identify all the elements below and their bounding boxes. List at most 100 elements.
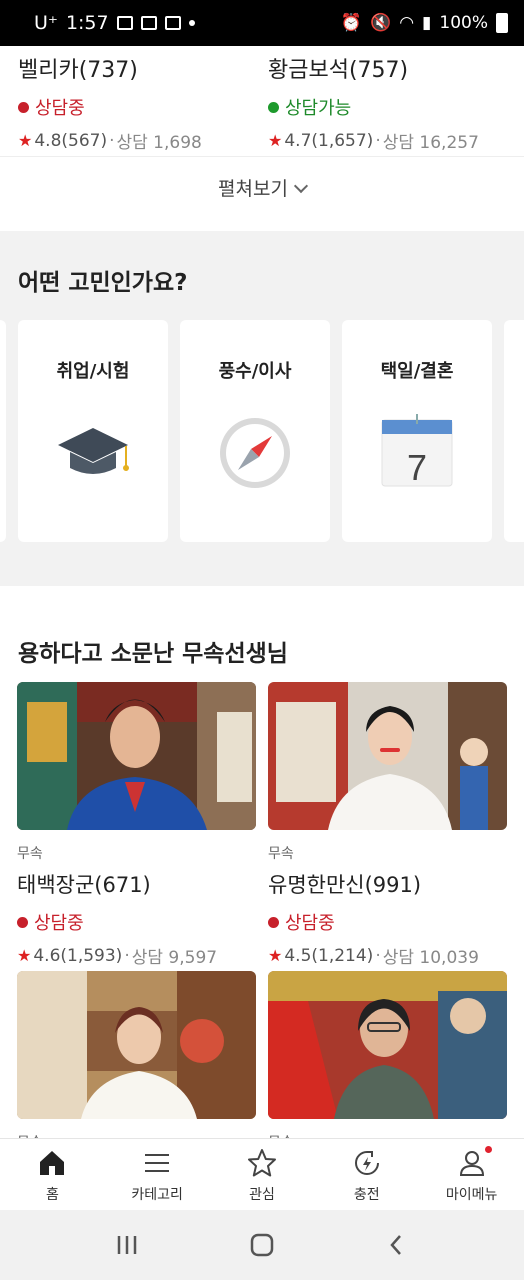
shaman-card-3[interactable]: 무속: [17, 971, 256, 1138]
rating-row: ★ 4.6(1,593) · 상담 9,597: [17, 943, 256, 969]
status-label: 상담중: [35, 98, 85, 119]
nav-favorites[interactable]: 관심: [210, 1139, 315, 1210]
shaman-photo[interactable]: [17, 971, 256, 1119]
worry-category-section: 어떤 고민인가요? 취업/시험 풍수/이사 택일/결혼 7: [0, 231, 524, 586]
battery-icon: [496, 13, 508, 33]
shaman-photo[interactable]: [268, 971, 507, 1119]
section-title: 용하다고 소문난 무속선생님: [18, 641, 288, 667]
shaman-card-1[interactable]: 무속 태백장군(671) 상담중 ★ 4.6(1,593) · 상담 9,597: [17, 682, 256, 968]
status-dot-icon: [17, 916, 28, 928]
separator: ·: [124, 945, 130, 966]
rating-value: 4.7(1,657): [284, 130, 374, 151]
time-label: 1:57: [65, 12, 109, 34]
chevron-down-icon: [293, 178, 309, 194]
mute-icon: 🔇: [370, 13, 392, 33]
counselor-name: 벨리카(737): [18, 58, 138, 83]
graduation-cap-icon: [58, 428, 129, 474]
carrier-label: U⁺: [34, 12, 58, 34]
system-nav-bar: [0, 1210, 524, 1280]
calendar-day: 7: [407, 447, 427, 488]
status-badge: 상담중: [268, 909, 507, 935]
category-label: 무속: [17, 846, 43, 862]
rating-row: ★ 4.5(1,214) · 상담 10,039: [268, 943, 507, 969]
shaman-section: 용하다고 소문난 무속선생님 무속 태백장군(671) 상담중 ★ 4.6(1,…: [0, 586, 524, 1138]
worry-card-label: 취업/시험: [56, 361, 130, 382]
consult-count: 상담 16,257: [382, 133, 479, 153]
worry-card-partial-right[interactable]: [504, 320, 524, 542]
star-icon: ★: [18, 131, 33, 150]
worry-card-wedding[interactable]: 택일/결혼 7: [342, 320, 492, 542]
status-bar: U⁺ 1:57 ⏰ 🔇 ◠ ▮ 100%: [0, 0, 524, 46]
section-title: 어떤 고민인가요?: [18, 270, 188, 296]
shaman-name: 유명한만신(991): [268, 873, 422, 897]
shaman-photo[interactable]: [268, 682, 507, 830]
status-dot-icon: [268, 916, 279, 928]
star-icon: ★: [17, 946, 32, 965]
status-label: 상담가능: [285, 98, 352, 119]
charge-icon: [354, 1151, 379, 1175]
profile-icon: [459, 1151, 484, 1176]
signal-icon: ▮: [422, 13, 432, 33]
nav-home[interactable]: 홈: [0, 1139, 105, 1210]
shaman-photo[interactable]: [17, 682, 256, 830]
status-dot-icon: [18, 101, 29, 113]
expand-button[interactable]: 펼쳐보기: [0, 174, 524, 201]
nav-label: 홈: [45, 1187, 59, 1203]
counselor-name: 황금보석(757): [268, 58, 409, 83]
status-label: 상담중: [34, 913, 84, 934]
nav-category[interactable]: 카테고리: [105, 1139, 210, 1210]
wifi-icon: ◠: [399, 13, 415, 33]
compass-icon: [220, 418, 290, 488]
counselor-card-1[interactable]: 벨리카(737) 상담중 ★ 4.8(567) · 상담 1,698: [18, 52, 258, 153]
battery-percent: 100%: [439, 13, 488, 33]
separator: ·: [109, 130, 115, 151]
rating-value: 4.8(567): [34, 130, 108, 151]
main-scroll[interactable]: 벨리카(737) 상담중 ★ 4.8(567) · 상담 1,698 황금보석(…: [0, 46, 524, 1138]
shaman-card-4[interactable]: 무속: [268, 971, 507, 1138]
rating-value: 4.5(1,214): [284, 945, 374, 966]
shaman-name: 태백장군(671): [17, 873, 151, 897]
worry-card-label: 택일/결혼: [380, 361, 454, 382]
status-badge: 상담중: [18, 94, 258, 120]
star-icon: ★: [268, 946, 283, 965]
shaman-card-2[interactable]: 무속 유명한만신(991) 상담중 ★ 4.5(1,214) · 상담 10,0…: [268, 682, 507, 968]
worry-card-partial-left[interactable]: [0, 320, 6, 542]
nav-label: 관심: [249, 1187, 275, 1203]
nav-label: 충전: [353, 1187, 380, 1203]
divider: [0, 156, 524, 157]
nav-label: 마이메뉴: [445, 1187, 498, 1203]
consult-count: 상담 1,698: [116, 133, 202, 153]
worry-card-label: 풍수/이사: [218, 361, 292, 382]
worry-card-fengshui[interactable]: 풍수/이사: [180, 320, 330, 542]
home-button-icon[interactable]: [249, 1232, 275, 1258]
status-badge: 상담중: [17, 909, 256, 935]
alarm-icon: ⏰: [340, 13, 363, 33]
expand-label: 펼쳐보기: [218, 178, 288, 200]
separator: ·: [375, 945, 381, 966]
category-label: 무속: [268, 846, 294, 862]
app-notification-icon: [164, 16, 181, 30]
rating-row: ★ 4.8(567) · 상담 1,698: [18, 128, 258, 154]
counselor-card-2[interactable]: 황금보석(757) 상담가능 ★ 4.7(1,657) · 상담 16,257: [268, 52, 508, 153]
nav-my-menu[interactable]: 마이메뉴: [419, 1139, 524, 1210]
counselor-preview-section: 벨리카(737) 상담중 ★ 4.8(567) · 상담 1,698 황금보석(…: [0, 46, 524, 231]
consult-count: 상담 9,597: [131, 948, 218, 968]
recent-apps-icon[interactable]: [115, 1233, 139, 1257]
consult-count: 상담 10,039: [382, 948, 479, 968]
back-icon[interactable]: [385, 1233, 409, 1257]
nav-charge[interactable]: 충전: [314, 1139, 419, 1210]
star-icon: ★: [268, 131, 283, 150]
menu-icon: [145, 1154, 170, 1172]
calendar-icon: 7: [381, 414, 453, 488]
home-icon: [40, 1151, 65, 1175]
gallery-notification-icon: [116, 16, 133, 30]
nav-label: 카테고리: [131, 1187, 183, 1203]
status-dot-icon: [268, 101, 279, 113]
star-icon: [247, 1149, 276, 1177]
separator: ·: [375, 130, 381, 151]
status-badge: 상담가능: [268, 94, 508, 120]
worry-card-employment[interactable]: 취업/시험: [18, 320, 168, 542]
bottom-nav: 홈 카테고리 관심 충전 마이메뉴: [0, 1138, 524, 1210]
status-label: 상담중: [285, 913, 335, 934]
notification-dot-icon: [485, 1146, 493, 1153]
